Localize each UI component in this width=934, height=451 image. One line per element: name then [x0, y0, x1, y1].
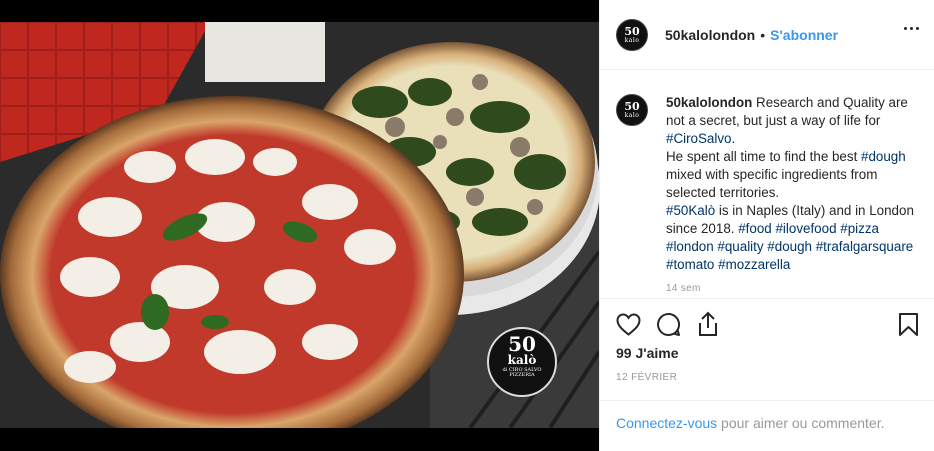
post-photo[interactable]: 50 kalò di CIRO SALVO PIZZERIA [0, 22, 599, 428]
hashtag-tomato[interactable]: #tomato [666, 257, 714, 272]
caption-avatar-line1: 50 [624, 100, 640, 113]
avatar[interactable]: 50 kalo [616, 18, 648, 51]
hashtag-50kalo[interactable]: #50Kalò [666, 203, 715, 218]
caption-timestamp: 14 sem [666, 283, 701, 294]
hashtag-pizza[interactable]: #pizza [840, 221, 879, 236]
watermark-line4: PIZZERIA [509, 372, 535, 378]
hashtag-london[interactable]: #london [666, 239, 714, 254]
caption-part4: mixed with specific ingredients from sel… [666, 167, 878, 200]
hashtag-mozzarella[interactable]: #mozzarella [718, 257, 790, 272]
hashtag-dough[interactable]: #dough [861, 149, 906, 164]
hashtag-dough-2[interactable]: #dough [767, 239, 812, 254]
hashtag-cirosalvo[interactable]: #CiroSalvo [666, 131, 732, 146]
comments-area: 50 kalo 50kalolondon Research and Qualit… [616, 94, 921, 296]
share-icon[interactable] [696, 311, 720, 337]
hashtag-quality[interactable]: #quality [717, 239, 763, 254]
caption-part2: . [731, 131, 736, 146]
watermark-line2: kalò [507, 353, 537, 367]
login-text: pour aimer ou commenter. [717, 415, 885, 431]
avatar-text-line1: 50 [624, 24, 640, 38]
separator-dot: • [760, 26, 766, 43]
caption-part3: He spent all time to find the best [666, 149, 862, 164]
username-link[interactable]: 50kalolondon [665, 27, 755, 43]
hashtag-food[interactable]: #food [738, 221, 772, 236]
follow-button[interactable]: S'abonner [770, 27, 838, 43]
comment-icon[interactable] [656, 312, 681, 337]
heart-icon[interactable] [616, 313, 641, 336]
login-prompt: Connectez-vous pour aimer ou commenter. [600, 400, 934, 451]
post-header: 50 kalo 50kalolondon • S'abonner [600, 0, 934, 70]
hashtag-ilovefood[interactable]: #ilovefood [775, 221, 836, 236]
watermark-line1: 50 [508, 332, 536, 356]
login-link[interactable]: Connectez-vous [616, 415, 717, 431]
post-date[interactable]: 12 FÉVRIER [616, 372, 677, 383]
post-side-panel: 50 kalo 50kalolondon • S'abonner 50 kalo… [599, 0, 934, 451]
bookmark-icon[interactable] [898, 312, 919, 337]
caption-avatar[interactable]: 50 kalo [616, 94, 648, 126]
watermark-logo: 50 kalò di CIRO SALVO PIZZERIA [488, 330, 556, 394]
caption-username[interactable]: 50kalolondon [666, 95, 752, 110]
caption-text: 50kalolondon Research and Quality are no… [666, 94, 916, 296]
hashtag-trafalgarsquare[interactable]: #trafalgarsquare [816, 239, 914, 254]
avatar-text-line2: kalo [624, 36, 640, 44]
caption-avatar-line2: kalo [624, 112, 640, 119]
likes-count[interactable]: 99 J'aime [616, 345, 679, 361]
more-options-icon[interactable] [904, 27, 919, 30]
